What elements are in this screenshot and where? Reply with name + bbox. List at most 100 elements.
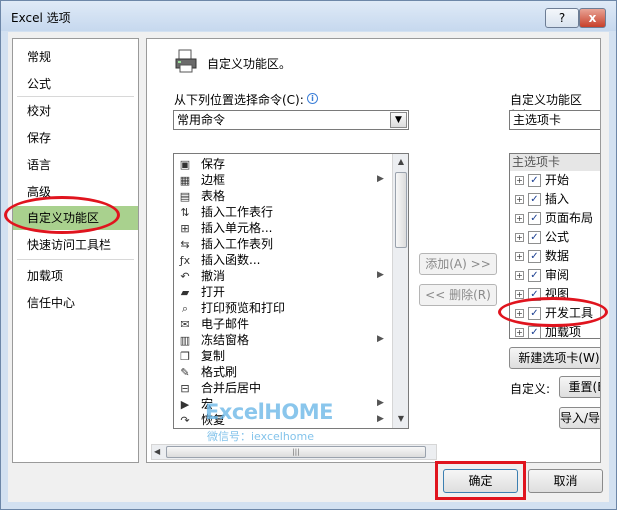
expand-icon[interactable]: + [515,195,524,204]
nav-item-3[interactable]: 保存 [13,126,138,150]
nav-item-8[interactable]: 加载项 [13,264,138,288]
command-item[interactable]: ▥ 冻结窗格 [178,332,378,348]
cancel-button[interactable]: 取消 [528,469,603,493]
tree-item[interactable]: + ✓ 插入 [510,190,600,209]
tab-checkbox[interactable]: ✓ [528,193,541,206]
merge-center-icon: ⊟ [180,381,190,395]
expand-icon[interactable]: + [515,290,524,299]
nav-item-1[interactable]: 公式 [13,72,138,96]
macro-icon: ▶ [180,397,190,411]
nav-item-4[interactable]: 语言 [13,153,138,177]
expand-icon[interactable]: + [515,252,524,261]
tab-checkbox[interactable]: ✓ [528,326,541,338]
nav-separator [17,96,134,97]
command-label: 复制 [201,349,226,363]
panel-horizontal-scrollbar[interactable]: ◀ ||| [151,444,437,460]
nav-item-2[interactable]: 校对 [13,99,138,123]
submenu-arrow-icon: ▶ [377,334,384,344]
command-item[interactable]: ✎ 格式刷 [178,364,378,380]
ribbon-tabs-value: 主选项卡 [513,113,562,127]
tree-item[interactable]: + ✓ 页面布局 [510,209,600,228]
custom-label: 自定义: [510,382,551,396]
tree-item-label: 插入 [545,192,570,206]
submenu-arrow-icon: ▶ [377,174,384,184]
command-item[interactable]: ✉ 电子邮件 [178,316,378,332]
remove-button[interactable]: << 删除(R) [419,284,497,306]
command-label: 打开 [201,285,226,299]
command-item[interactable]: ▦ 边框 [178,172,378,188]
ribbon-tabs-select[interactable]: 主选项卡 [509,110,600,130]
tree-item-label: 审阅 [545,268,570,282]
command-label: 插入函数... [201,253,261,267]
command-list[interactable]: ▣ 保存 ▦ 边框 ▶ ▤ 表格 ⇅ 插入工作表行 ⊞ 插入单元格... ⇆ 插入工作表列 ƒx 插入函数.… [173,153,409,429]
tab-checkbox[interactable]: ✓ [528,212,541,225]
import-export-button[interactable]: 导入/导出(P) [559,407,600,429]
command-item[interactable]: ▰ 打开 [178,284,378,300]
h-scroll-thumb[interactable]: ||| [166,446,426,458]
command-source-select[interactable]: 常用命令 ▼ [173,110,409,130]
add-button[interactable]: 添加(A) >> [419,253,497,275]
help-button[interactable]: ? [545,8,579,28]
tab-checkbox[interactable]: ✓ [528,231,541,244]
scroll-up-arrow[interactable]: ▲ [394,155,408,169]
scroll-left-arrow[interactable]: ◀ [154,445,160,459]
close-button[interactable]: x [579,8,606,28]
tab-checkbox[interactable]: ✓ [528,250,541,263]
submenu-arrow-icon: ▶ [377,270,384,280]
scroll-thumb[interactable] [395,172,407,248]
expand-icon[interactable]: + [515,214,524,223]
command-item[interactable]: ⇆ 插入工作表列 [178,236,378,252]
highlight-customize-ribbon [4,196,120,234]
chevron-down-icon[interactable]: ▼ [390,112,407,128]
info-icon[interactable]: i [307,93,318,104]
tree-item-label: 页面布局 [545,211,594,225]
expand-icon[interactable]: + [515,233,524,242]
command-item[interactable]: ⊟ 合并后居中 [178,380,378,396]
expand-icon[interactable]: + [515,176,524,185]
save-icon: ▣ [179,157,191,171]
command-item[interactable]: ⇅ 插入工作表行 [178,204,378,220]
command-label: 边框 [201,173,226,187]
command-item[interactable]: ▣ 保存 [178,156,378,172]
command-item[interactable]: ⌕ 打印预览和打印 [178,300,378,316]
command-label: 电子邮件 [201,317,250,331]
format-painter-icon: ✎ [180,365,190,379]
nav-item-0[interactable]: 常规 [13,45,138,69]
options-nav: 常规 公式 校对 保存 语言 高级 自定义功能区 快速访问工具栏 加载项 信任中心 [12,38,139,463]
watermark-brand: ExcelHOME [205,400,333,424]
command-label: 插入单元格... [201,221,273,235]
nav-item-7[interactable]: 快速访问工具栏 [13,233,138,257]
expand-icon[interactable]: + [515,328,524,337]
email-icon: ✉ [180,317,190,331]
tree-item[interactable]: + ✓ 公式 [510,228,600,247]
command-item[interactable]: ▤ 表格 [178,188,378,204]
scroll-down-arrow[interactable]: ▼ [394,412,408,426]
tree-item[interactable]: + ✓ 开始 [510,171,600,190]
command-label: 格式刷 [201,365,238,379]
insert-column-icon: ⇆ [180,237,190,251]
reset-button[interactable]: 重置(E) [559,376,600,398]
customize-ribbon-icon [175,49,197,73]
nav-separator [17,259,134,260]
tab-checkbox[interactable]: ✓ [528,269,541,282]
insert-cell-icon: ⊞ [180,221,190,235]
tree-item[interactable]: + ✓ 审阅 [510,266,600,285]
new-tab-button[interactable]: 新建选项卡(W) [509,347,600,369]
submenu-arrow-icon: ▶ [377,414,384,424]
nav-item-9[interactable]: 信任中心 [13,291,138,315]
tree-item[interactable]: + ✓ 数据 [510,247,600,266]
insert-row-icon: ⇅ [180,205,190,219]
tree-header: 主选项卡 [510,154,600,171]
watermark: ExcelHOME 微信号：iexcelhome [205,398,355,444]
command-item[interactable]: ❐ 复制 [178,348,378,364]
command-label: 冻结窗格 [201,333,250,347]
command-item[interactable]: ↶ 撤消 [178,268,378,284]
tab-checkbox[interactable]: ✓ [528,174,541,187]
command-label: 保存 [201,157,226,171]
tree-item-label: 开始 [545,173,570,187]
expand-icon[interactable]: + [515,271,524,280]
command-item[interactable]: ƒx 插入函数... [178,252,378,268]
command-list-scrollbar[interactable]: ▲ ▼ [392,154,408,428]
command-item[interactable]: ⊞ 插入单元格... [178,220,378,236]
window-title: Excel 选项 [11,11,71,25]
